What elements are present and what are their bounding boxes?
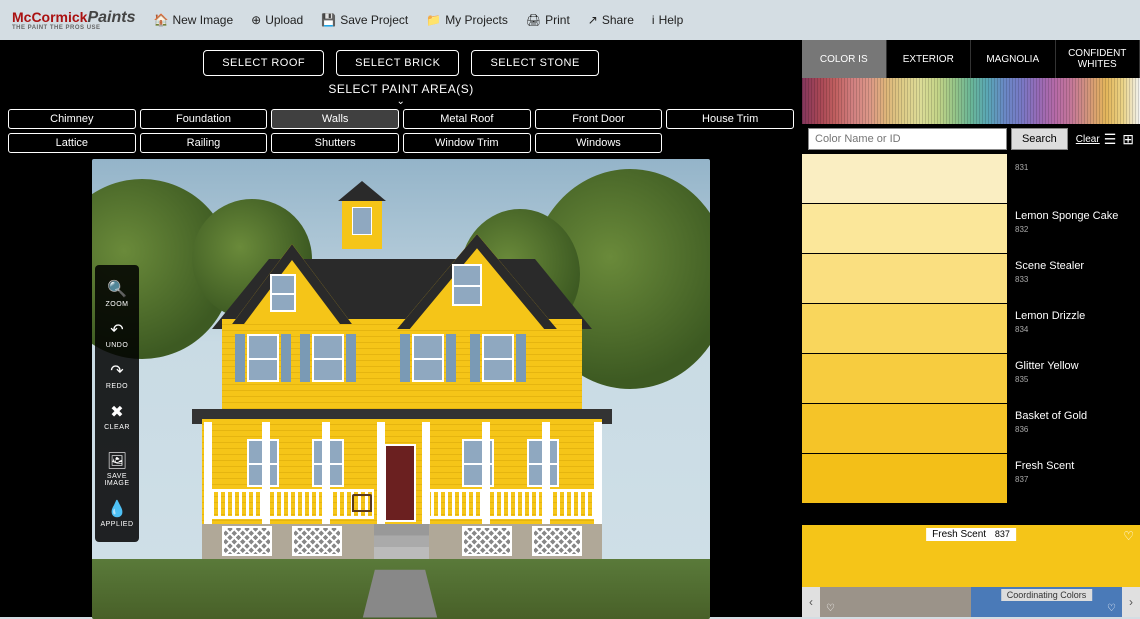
color-swatch[interactable] [802,154,1007,203]
selected-color[interactable]: Fresh Scent 837 ♡ [802,525,1140,587]
color-swatch[interactable] [802,404,1007,453]
swatch-row[interactable]: Scene Stealer 833 [802,254,1140,304]
favorite-icon[interactable]: ♡ [1123,529,1134,543]
tab-magnolia[interactable]: MAGNOLIA [971,40,1056,78]
color-swatch[interactable] [802,354,1007,403]
area-front-door[interactable]: Front Door [535,109,663,129]
swatch-id: 832 [1015,225,1132,234]
swatch-name: Lemon Sponge Cake [1015,210,1132,222]
clear-link[interactable]: Clear [1076,134,1100,145]
menu-icon: i [652,13,655,27]
tool-clear[interactable]: ✖CLEAR [95,396,139,437]
clear-icon: ✖ [95,402,139,422]
area-house-trim[interactable]: House Trim [666,109,794,129]
applied-icon: 💧 [95,499,139,519]
color-panel: COLOR ISEXTERIORMAGNOLIACONFIDENT WHITES… [802,40,1140,617]
paint-area-label: SELECT PAINT AREA(S) ⌄ [0,82,802,109]
swatch-row[interactable]: Fresh Scent 837 [802,454,1140,504]
area-railing[interactable]: Railing [140,133,268,153]
menu-icon: 🏠 [153,13,168,27]
coord-prev-icon[interactable]: ‹ [802,587,820,617]
swatch-id: 837 [1015,475,1132,484]
area-shutters[interactable]: Shutters [271,133,399,153]
selected-label: Fresh Scent 837 [926,528,1016,541]
tool-save-image[interactable]: 🖼SAVE IMAGE [95,445,139,493]
topbar-upload[interactable]: ⊕Upload [251,13,303,27]
topbar-save-project[interactable]: 💾Save Project [321,13,408,27]
color-search-input[interactable] [808,128,1007,150]
area-window-trim[interactable]: Window Trim [403,133,531,153]
grid-view-icon[interactable]: ⊞ [1122,131,1134,148]
area-foundation[interactable]: Foundation [140,109,268,129]
swatch-row[interactable]: Glitter Yellow 835 [802,354,1140,404]
swatch-row[interactable]: Lemon Sponge Cake 832 [802,204,1140,254]
swatch-row[interactable]: Basket of Gold 836 [802,404,1140,454]
swatch-name: Basket of Gold [1015,410,1132,422]
zoom-icon: 🔍 [95,279,139,299]
save image-icon: 🖼 [95,451,139,471]
coord-next-icon[interactable]: › [1122,587,1140,617]
swatch-id: 834 [1015,325,1132,334]
logo-text-2: Paints [87,9,135,26]
search-button[interactable]: Search [1011,128,1068,150]
swatch-id: 836 [1015,425,1132,434]
menu-icon: ↗ [588,13,598,27]
swatch-name: Glitter Yellow [1015,360,1132,372]
color-swatch[interactable] [802,454,1007,503]
area-walls[interactable]: Walls [271,109,399,129]
house-preview[interactable] [92,159,710,619]
swatch-name: Lemon Drizzle [1015,310,1132,322]
area-lattice[interactable]: Lattice [8,133,136,153]
area-windows[interactable]: Windows [535,133,663,153]
tab-exterior[interactable]: EXTERIOR [887,40,972,78]
select-roof-button[interactable]: SELECT ROOF [203,50,324,76]
menu-icon: ⊕ [251,13,261,27]
logo-text-1: McCormick [12,9,87,25]
area-metal-roof[interactable]: Metal Roof [403,109,531,129]
menu-icon: 💾 [321,13,336,27]
swatch-name: Fresh Scent [1015,460,1132,472]
coord-swatch[interactable]: ♡ [820,587,971,617]
topbar-my-projects[interactable]: 📁My Projects [426,13,508,27]
swatch-id: 831 [1015,163,1132,172]
color-spectrum[interactable] [802,78,1140,124]
tool-redo[interactable]: ↷REDO [95,355,139,396]
search-row: Search Clear ☰ ⊞ [802,124,1140,154]
coord-label: Coordinating Colors [1001,589,1093,601]
color-swatch[interactable] [802,254,1007,303]
tab-color-is[interactable]: COLOR IS [802,40,887,78]
color-swatch[interactable] [802,204,1007,253]
tool-undo[interactable]: ↶UNDO [95,314,139,355]
list-view-icon[interactable]: ☰ [1104,131,1117,148]
undo-icon: ↶ [95,320,139,340]
topbar-help[interactable]: iHelp [652,13,683,27]
redo-icon: ↷ [95,361,139,381]
color-swatch[interactable] [802,304,1007,353]
area-chimney[interactable]: Chimney [8,109,136,129]
tool-zoom[interactable]: 🔍ZOOM [95,273,139,314]
topbar-share[interactable]: ↗Share [588,13,634,27]
chevron-down-icon[interactable]: ⌄ [0,96,802,107]
select-stone-button[interactable]: SELECT STONE [471,50,598,76]
swatch-row[interactable]: 831 [802,154,1140,204]
tools-panel: 🔍ZOOM↶UNDO↷REDO✖CLEAR 🖼SAVE IMAGE💧APPLIED [95,265,139,542]
favorite-icon[interactable]: ♡ [826,603,835,614]
topbar-print[interactable]: 🖨Print [526,13,570,27]
coordinating-colors: ‹ ♡ Coordinating Colors ♡ › [802,587,1140,617]
swatch-name: Scene Stealer [1015,260,1132,272]
swatch-id: 835 [1015,375,1132,384]
select-brick-button[interactable]: SELECT BRICK [336,50,459,76]
topbar: McCormickPaints THE PAINT THE PROS USE 🏠… [0,0,1140,40]
canvas-area: SELECT ROOF SELECT BRICK SELECT STONE SELE… [0,40,802,617]
tool-applied[interactable]: 💧APPLIED [95,493,139,534]
menu-icon: 🖨 [526,13,541,27]
swatch-id: 833 [1015,275,1132,284]
brand-logo: McCormickPaints THE PAINT THE PROS USE [12,9,135,31]
swatch-row[interactable]: Lemon Drizzle 834 [802,304,1140,354]
menu-icon: 📁 [426,13,441,27]
coord-swatch[interactable]: Coordinating Colors ♡ [971,587,1122,617]
tab-confident-whites[interactable]: CONFIDENT WHITES [1056,40,1140,78]
topbar-new-image[interactable]: 🏠New Image [153,13,233,27]
favorite-icon[interactable]: ♡ [1107,603,1116,614]
